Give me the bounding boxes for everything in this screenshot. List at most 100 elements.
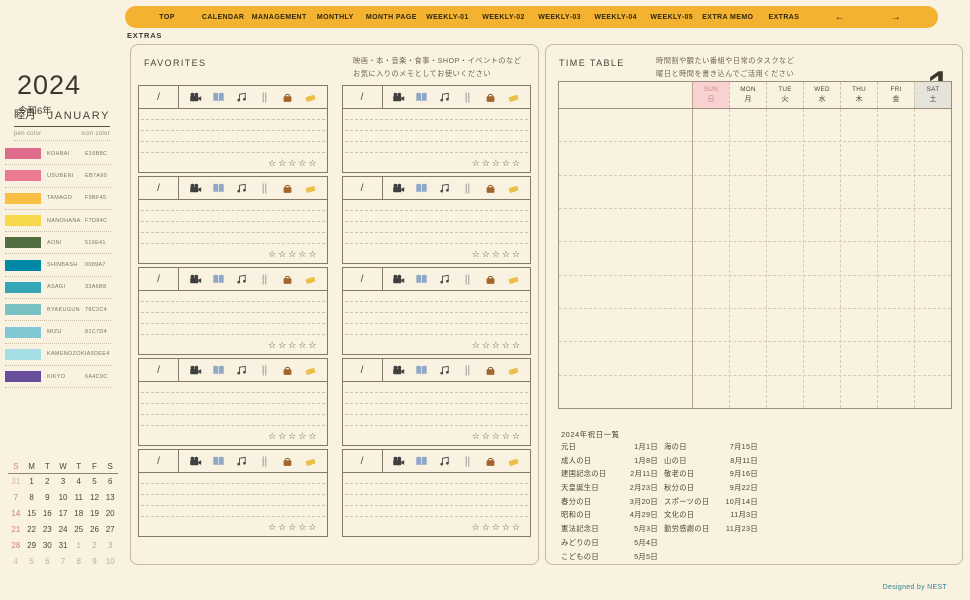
rating-stars[interactable]: ☆☆☆☆☆ — [472, 340, 522, 351]
note-line[interactable] — [141, 495, 325, 506]
note-line[interactable] — [344, 495, 528, 506]
calendar-date[interactable]: 2 — [39, 474, 55, 490]
nav-tab-extras[interactable]: EXTRAS — [756, 14, 812, 21]
nav-tab-weekly-01[interactable]: WEEKLY-01 — [419, 14, 475, 21]
calendar-date[interactable]: 4 — [71, 474, 87, 490]
timetable-row[interactable] — [559, 142, 951, 176]
note-line[interactable] — [344, 222, 528, 233]
calendar-date[interactable]: 31 — [55, 538, 71, 554]
rating-stars[interactable]: ☆☆☆☆☆ — [472, 249, 522, 260]
calendar-date[interactable]: 18 — [71, 506, 87, 522]
note-line[interactable] — [344, 313, 528, 324]
date-slash-cell[interactable]: / — [343, 177, 383, 199]
timetable-row[interactable] — [559, 109, 951, 143]
calendar-date[interactable]: 26 — [87, 522, 103, 538]
note-line[interactable] — [141, 233, 325, 244]
calendar-date[interactable]: 25 — [71, 522, 87, 538]
nav-tab-weekly-05[interactable]: WEEKLY-05 — [644, 14, 700, 21]
calendar-date[interactable]: 5 — [24, 554, 40, 570]
nav-tab-calendar[interactable]: CALENDAR — [195, 14, 251, 21]
note-line[interactable] — [141, 484, 325, 495]
calendar-date[interactable]: 17 — [55, 506, 71, 522]
nav-tab-extra-memo[interactable]: EXTRA MEMO — [700, 14, 756, 21]
rating-stars[interactable]: ☆☆☆☆☆ — [268, 522, 318, 533]
note-line[interactable] — [141, 313, 325, 324]
note-line[interactable] — [344, 393, 528, 404]
rating-stars[interactable]: ☆☆☆☆☆ — [268, 158, 318, 169]
calendar-date[interactable]: 23 — [39, 522, 55, 538]
calendar-date[interactable]: 7 — [55, 554, 71, 570]
timetable-row[interactable] — [559, 242, 951, 276]
nav-tab-monthly[interactable]: MONTHLY — [307, 14, 363, 21]
calendar-date[interactable]: 30 — [39, 538, 55, 554]
date-slash-cell[interactable]: / — [139, 177, 179, 199]
calendar-date[interactable]: 28 — [8, 538, 24, 554]
rating-stars[interactable]: ☆☆☆☆☆ — [472, 522, 522, 533]
calendar-date[interactable]: 8 — [24, 490, 40, 506]
note-line[interactable] — [344, 291, 528, 302]
timetable-row[interactable] — [559, 176, 951, 209]
calendar-date[interactable]: 29 — [24, 538, 40, 554]
rating-stars[interactable]: ☆☆☆☆☆ — [472, 158, 522, 169]
note-line[interactable] — [141, 473, 325, 484]
note-line[interactable] — [344, 484, 528, 495]
note-line[interactable] — [141, 382, 325, 393]
date-slash-cell[interactable]: / — [139, 268, 179, 290]
rating-stars[interactable]: ☆☆☆☆☆ — [268, 340, 318, 351]
note-line[interactable] — [141, 324, 325, 335]
calendar-date[interactable]: 24 — [55, 522, 71, 538]
note-line[interactable] — [344, 211, 528, 222]
note-line[interactable] — [141, 120, 325, 131]
note-line[interactable] — [344, 302, 528, 313]
nav-tab-month-page[interactable]: MONTH PAGE — [363, 14, 419, 21]
note-line[interactable] — [141, 142, 325, 153]
note-line[interactable] — [344, 415, 528, 426]
note-line[interactable] — [344, 142, 528, 153]
calendar-date[interactable]: 1 — [24, 474, 40, 490]
calendar-date[interactable]: 20 — [102, 506, 118, 522]
date-slash-cell[interactable]: / — [343, 268, 383, 290]
date-slash-cell[interactable]: / — [139, 450, 179, 472]
calendar-date[interactable]: 15 — [24, 506, 40, 522]
note-line[interactable] — [141, 222, 325, 233]
calendar-date[interactable]: 31 — [8, 474, 24, 490]
nav-tab-weekly-04[interactable]: WEEKLY-04 — [588, 14, 644, 21]
note-line[interactable] — [141, 506, 325, 517]
calendar-date[interactable]: 14 — [8, 506, 24, 522]
timetable-row[interactable] — [559, 309, 951, 343]
note-line[interactable] — [141, 109, 325, 120]
calendar-date[interactable]: 12 — [87, 490, 103, 506]
calendar-date[interactable]: 19 — [87, 506, 103, 522]
timetable-row[interactable] — [559, 209, 951, 243]
timetable-row[interactable] — [559, 342, 951, 376]
timetable-row[interactable] — [559, 276, 951, 309]
calendar-date[interactable]: 13 — [102, 490, 118, 506]
date-slash-cell[interactable]: / — [139, 359, 179, 381]
note-line[interactable] — [141, 393, 325, 404]
note-line[interactable] — [344, 324, 528, 335]
note-line[interactable] — [344, 131, 528, 142]
note-line[interactable] — [141, 302, 325, 313]
calendar-date[interactable]: 27 — [102, 522, 118, 538]
calendar-date[interactable]: 11 — [71, 490, 87, 506]
note-line[interactable] — [344, 200, 528, 211]
rating-stars[interactable]: ☆☆☆☆☆ — [472, 431, 522, 442]
rating-stars[interactable]: ☆☆☆☆☆ — [268, 431, 318, 442]
note-line[interactable] — [344, 120, 528, 131]
note-line[interactable] — [344, 382, 528, 393]
calendar-date[interactable]: 2 — [87, 538, 103, 554]
rating-stars[interactable]: ☆☆☆☆☆ — [268, 249, 318, 260]
nav-tab-top[interactable]: TOP — [139, 14, 195, 21]
calendar-date[interactable]: 3 — [55, 474, 71, 490]
calendar-date[interactable]: 10 — [102, 554, 118, 570]
calendar-date[interactable]: 6 — [39, 554, 55, 570]
note-line[interactable] — [141, 291, 325, 302]
timetable-rows[interactable] — [559, 109, 951, 408]
note-line[interactable] — [344, 473, 528, 484]
prev-page-button[interactable]: ← — [812, 12, 868, 23]
calendar-date[interactable]: 5 — [87, 474, 103, 490]
note-line[interactable] — [141, 211, 325, 222]
calendar-date[interactable]: 22 — [24, 522, 40, 538]
calendar-date[interactable]: 21 — [8, 522, 24, 538]
note-line[interactable] — [141, 200, 325, 211]
